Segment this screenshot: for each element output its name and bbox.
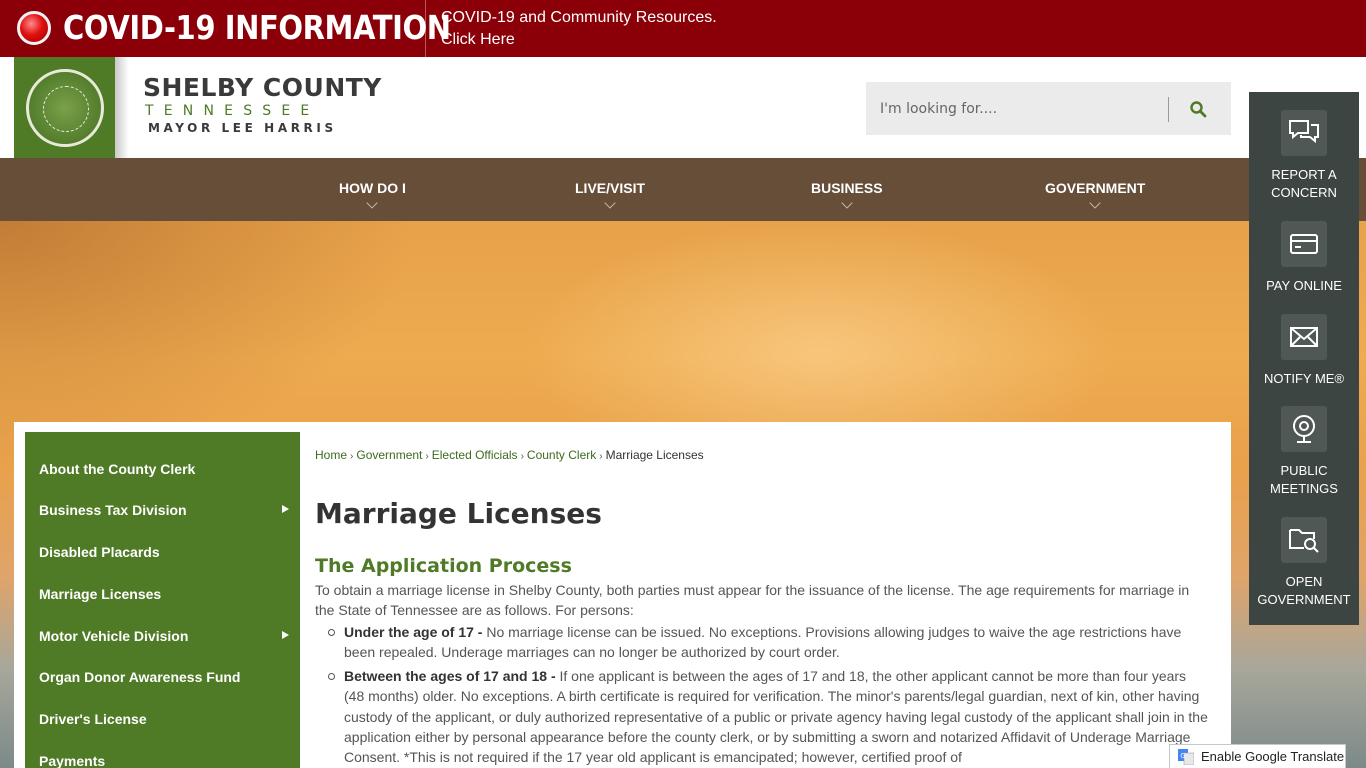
folder-search-icon xyxy=(1281,517,1327,563)
rail-label-line1: OPEN xyxy=(1285,574,1323,589)
covid-resources-link[interactable]: COVID-19 and Community Resources. Click … xyxy=(441,7,761,51)
search-button[interactable] xyxy=(1178,92,1218,126)
nav-how-do-i[interactable]: HOW DO I xyxy=(339,158,406,221)
breadcrumb-elected-officials[interactable]: Elected Officials xyxy=(432,448,518,462)
logo-mayor-name: MAYOR LEE HARRIS xyxy=(148,121,337,135)
rail-label-line1: PUBLIC xyxy=(1280,463,1328,478)
sidebar-item-marriage-licenses[interactable]: Marriage Licenses xyxy=(25,574,300,614)
age-requirements-list: Under the age of 17 - No marriage licens… xyxy=(315,622,1210,768)
search-separator xyxy=(1168,97,1169,122)
nav-business-label: BUSINESS xyxy=(811,180,883,196)
chevron-down-icon xyxy=(841,197,853,209)
nav-government[interactable]: GOVERNMENT xyxy=(1045,158,1145,221)
quick-links-rail: REPORT A CONCERN PAY ONLINE NOTIFY ME® P… xyxy=(1249,92,1359,625)
chat-bubbles-icon xyxy=(1281,110,1327,156)
sidebar-item-label: Driver's License xyxy=(39,711,147,727)
covid-link-line1: COVID-19 and Community Resources. xyxy=(441,9,717,26)
main-navigation: HOW DO I LIVE/VISIT BUSINESS GOVERNMENT xyxy=(0,158,1366,221)
breadcrumb-separator: › xyxy=(599,451,603,462)
sidebar-item-motor-vehicle[interactable]: Motor Vehicle Division xyxy=(25,616,300,656)
rail-label-line2: CONCERN xyxy=(1271,185,1337,200)
nav-government-label: GOVERNMENT xyxy=(1045,180,1146,196)
credit-card-icon xyxy=(1281,221,1327,267)
covid-divider xyxy=(425,0,426,57)
breadcrumb-current: Marriage Licenses xyxy=(605,448,704,462)
covid-banner[interactable]: COVID-19 INFORMATION COVID-19 and Commun… xyxy=(0,0,1366,57)
sidebar-item-organ-donor[interactable]: Organ Donor Awareness Fund xyxy=(25,657,300,697)
list-item: Between the ages of 17 and 18 - If one a… xyxy=(328,666,1210,767)
rail-notify-me[interactable]: NOTIFY ME® xyxy=(1249,314,1359,388)
nav-live-visit[interactable]: LIVE/VISIT xyxy=(575,158,645,221)
breadcrumb-government[interactable]: Government xyxy=(356,448,422,462)
site-header: SHELBY COUNTY TENNESSEE MAYOR LEE HARRIS xyxy=(0,57,1366,158)
rail-public-meetings[interactable]: PUBLIC MEETINGS xyxy=(1249,406,1359,498)
nav-live-visit-label: LIVE/VISIT xyxy=(575,180,646,196)
sidebar-item-label: Payments xyxy=(39,753,106,768)
submenu-arrow-icon[interactable] xyxy=(282,505,289,513)
submenu-arrow-icon[interactable] xyxy=(282,631,289,639)
sidebar-item-label: Organ Donor Awareness Fund xyxy=(39,669,241,685)
search-input[interactable] xyxy=(880,95,1160,123)
nav-business[interactable]: BUSINESS xyxy=(811,158,883,221)
article-body: To obtain a marriage license in Shelby C… xyxy=(315,580,1210,768)
rail-label-line1: REPORT A xyxy=(1271,167,1337,182)
breadcrumb-county-clerk[interactable]: County Clerk xyxy=(527,448,596,462)
sidebar-item-label: Marriage Licenses xyxy=(39,586,162,602)
envelope-icon xyxy=(1281,314,1327,360)
chevron-down-icon xyxy=(604,197,616,209)
search-icon xyxy=(1190,101,1207,118)
sidebar-item-disabled-placards[interactable]: Disabled Placards xyxy=(25,532,300,572)
covid-link-line2: Click Here xyxy=(441,31,515,48)
sidebar-item-label: Business Tax Division xyxy=(39,502,187,518)
sidebar-item-about-clerk[interactable]: About the County Clerk xyxy=(25,449,300,489)
list-item-lead: Between the ages of 17 and 18 - xyxy=(344,668,556,685)
sidebar-item-business-tax[interactable]: Business Tax Division xyxy=(25,490,300,530)
breadcrumb-separator: › xyxy=(350,451,354,462)
sidebar-item-label: Motor Vehicle Division xyxy=(39,628,189,644)
breadcrumb-separator: › xyxy=(425,451,429,462)
chevron-down-icon xyxy=(1089,197,1101,209)
list-item: Under the age of 17 - No marriage licens… xyxy=(328,622,1210,663)
sidebar-item-drivers-license[interactable]: Driver's License xyxy=(25,699,300,739)
sidebar-item-label: Disabled Placards xyxy=(39,544,160,560)
intro-paragraph: To obtain a marriage license in Shelby C… xyxy=(315,582,1190,619)
page-title: Marriage Licenses xyxy=(315,497,602,530)
google-translate-icon: G xyxy=(1178,748,1194,765)
seal-icon xyxy=(25,68,104,147)
rail-label-line2: MEETINGS xyxy=(1270,481,1338,496)
breadcrumb-separator: › xyxy=(520,451,524,462)
sidebar-item-label: About the County Clerk xyxy=(39,461,196,477)
rail-pay-online[interactable]: PAY ONLINE xyxy=(1249,221,1359,295)
logo-county-name[interactable]: SHELBY COUNTY xyxy=(143,73,382,102)
logo-shadow xyxy=(115,57,129,158)
webcam-icon xyxy=(1281,406,1327,452)
chevron-down-icon xyxy=(366,197,379,209)
rail-label-line1: PAY ONLINE xyxy=(1266,278,1342,293)
section-heading: The Application Process xyxy=(315,555,572,577)
rail-open-government[interactable]: OPEN GOVERNMENT xyxy=(1249,517,1359,609)
google-translate-button[interactable]: G Enable Google Translate xyxy=(1169,744,1346,768)
search-bar xyxy=(866,82,1231,135)
county-seal-logo[interactable] xyxy=(14,57,115,158)
breadcrumb-home[interactable]: Home xyxy=(315,448,347,462)
rail-label-line1: NOTIFY ME® xyxy=(1263,371,1345,386)
google-translate-label: Enable Google Translate xyxy=(1201,749,1345,764)
svg-text:G: G xyxy=(1180,752,1185,760)
section-sidebar: About the County Clerk Business Tax Divi… xyxy=(25,432,300,768)
list-item-lead: Under the age of 17 - xyxy=(344,623,483,640)
rail-label-line2: GOVERNMENT xyxy=(1257,592,1351,607)
covid-title: COVID-19 INFORMATION xyxy=(63,8,451,47)
nav-how-do-i-label: HOW DO I xyxy=(339,180,406,196)
alert-dot-icon xyxy=(17,11,51,45)
logo-state-name: TENNESSEE xyxy=(145,103,320,119)
sidebar-item-payments[interactable]: Payments xyxy=(25,741,300,768)
breadcrumb: Home › Government › Elected Officials › County… xyxy=(315,448,704,462)
rail-report-concern[interactable]: REPORT A CONCERN xyxy=(1249,110,1359,202)
